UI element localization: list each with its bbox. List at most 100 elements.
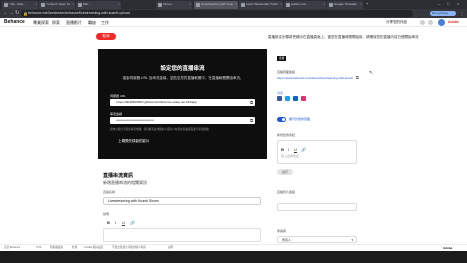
- favicon-icon: [4, 3, 8, 7]
- stream-setup-title: 設定您的直播串流: [160, 66, 205, 72]
- profile-button[interactable]: Not syncing: [430, 11, 456, 16]
- favicon-icon: [241, 3, 245, 7]
- video-link-input[interactable]: [277, 203, 357, 211]
- close-icon[interactable]: ×: [323, 2, 325, 6]
- browser-tab[interactable]: Adobe Live... ×: [284, 1, 326, 9]
- new-tab-icon[interactable]: +: [366, 0, 368, 7]
- behance-logo[interactable]: Behance: [4, 19, 25, 26]
- nav-item[interactable]: 工作: [101, 20, 109, 25]
- underline-button[interactable]: U: [294, 147, 297, 152]
- close-icon[interactable]: ×: [189, 2, 191, 6]
- favicon-icon: [286, 3, 290, 7]
- stream-setup-description: 複製伺服器 URL 及串流金鑰，並貼至您的直播軟體中，在直播軟體開始串流。: [122, 76, 244, 80]
- messages-icon[interactable]: [428, 20, 433, 25]
- notes-placeholder: 寫入您的筆記...: [281, 154, 302, 158]
- nav-item[interactable]: 探索: [52, 20, 60, 25]
- copy-icon[interactable]: ⧉: [356, 75, 359, 80]
- server-url-label: 伺服器 URL: [110, 94, 126, 98]
- tab-label: Livestreaming with Kuanti...: [201, 2, 233, 6]
- close-icon[interactable]: ×: [235, 2, 237, 6]
- show-on-page-toggle[interactable]: [277, 117, 286, 122]
- tab-label: Yu-Sen's Open Studio...: [46, 2, 70, 6]
- browser-tab[interactable]: Yuki - Raw... ×: [2, 1, 38, 9]
- close-window-icon[interactable]: ×: [457, 0, 459, 7]
- notes-editor[interactable]: [277, 140, 357, 164]
- server-url-value: rtmps://9b4b5f2b6f1f.global-contribute.l…: [116, 100, 197, 104]
- description-label: 說明: [103, 212, 110, 216]
- close-icon[interactable]: ×: [72, 2, 74, 6]
- notice-text: 直播設定步驟將會顯示在直播頁面上，當您在直播時間開始後，請確保您的直播內容已經開…: [268, 35, 419, 39]
- notifications-icon[interactable]: [420, 20, 425, 25]
- bold-button[interactable]: B: [281, 147, 284, 152]
- stream-key-field[interactable]: •••••••••••••••••••••••••••••••••••• ⧉: [110, 117, 255, 124]
- description-editor[interactable]: [103, 228, 261, 242]
- back-icon[interactable]: ←: [3, 10, 8, 17]
- participants-value: 所有人: [282, 238, 292, 242]
- adobe-logo[interactable]: Adobe: [448, 20, 459, 25]
- address-bar[interactable]: 🔒 behance.net/livestream/behance/livestr…: [21, 10, 413, 17]
- browser-tab[interactable]: Yu-Sen's Open Studio...×: [39, 1, 75, 9]
- stream-setup-card: 設定您的直播串流 複製伺服器 URL 及串流金鑰，並貼至您的直播軟體中，在直播軟…: [98, 49, 267, 159]
- link-icon[interactable]: 🔗: [130, 220, 135, 226]
- browser-toolbar: ← → ↻ 🔒 behance.net/livestream/behance/l…: [0, 9, 467, 18]
- browser-tab-active[interactable]: Livestreaming with Kuanti...×: [194, 1, 238, 9]
- facebook-icon[interactable]: [277, 96, 282, 101]
- share-label: 分享: [277, 91, 284, 95]
- favicon-icon: [41, 3, 45, 7]
- close-icon[interactable]: ×: [118, 2, 120, 6]
- live-badge: 直播: [277, 56, 286, 61]
- tab-label: Yuki - Raw...: [9, 2, 26, 6]
- tab-label: Mar...: [83, 2, 91, 6]
- avatar[interactable]: [438, 19, 445, 26]
- maximize-icon[interactable]: □: [447, 0, 449, 7]
- italic-button[interactable]: I: [288, 147, 289, 152]
- save-button[interactable]: 儲存: [277, 169, 293, 175]
- footer: 英文 Behance TOS 隱私權政策 社群 Cookie 偏好設定 不要出售…: [0, 244, 467, 250]
- close-icon[interactable]: ×: [360, 2, 362, 6]
- form-title: 直播串流資訊: [103, 173, 134, 179]
- nav-item[interactable]: 直播影片: [66, 20, 82, 25]
- notes-label: 新增您的筆記: [277, 133, 296, 137]
- browser-tab[interactable]: Mar... ×: [76, 1, 121, 9]
- stream-name-value: Livestreaming with Kuanti Shuen: [108, 199, 159, 203]
- browser-tab[interactable]: Vimeo... ×: [156, 1, 192, 9]
- server-url-field[interactable]: rtmps://9b4b5f2b6f1f.global-contribute.l…: [110, 99, 255, 106]
- reload-icon[interactable]: ↻: [15, 10, 19, 17]
- tab-label: Vimeo...: [163, 2, 174, 6]
- upload-video-link[interactable]: 上傳預先錄製的影片: [118, 139, 150, 144]
- url-text: behance.net/livestream/behance/livestrea…: [28, 11, 130, 15]
- participants-label: 參與者: [277, 229, 287, 233]
- favicon-icon: [78, 3, 82, 7]
- copy-icon[interactable]: ⧉: [250, 118, 253, 123]
- stream-name-input[interactable]: Livestreaming with Kuanti Shuen: [103, 197, 261, 205]
- linkedin-icon[interactable]: [293, 96, 298, 101]
- forward-icon[interactable]: →: [9, 10, 14, 17]
- nav-item[interactable]: 專業探索: [33, 20, 49, 25]
- pinterest-icon[interactable]: [301, 96, 306, 101]
- browser-tab[interactable]: Google Translate ×: [327, 1, 363, 9]
- copy-icon[interactable]: ⧉: [250, 100, 253, 105]
- os-taskbar: [0, 251, 467, 263]
- participants-select[interactable]: 所有人 ▾: [277, 236, 357, 243]
- page-link-url[interactable]: https://www.behance.net/videos/livestrea…: [277, 76, 359, 80]
- link-icon[interactable]: 🔗: [301, 147, 306, 152]
- screen: Yuki - Raw...× Yu-Sen's Open Studio...× …: [0, 0, 467, 263]
- share-work-link[interactable]: 分享您的作品: [386, 20, 407, 25]
- mouse-cursor-icon: ↖: [369, 70, 374, 76]
- underline-button[interactable]: U: [122, 220, 125, 226]
- toggle-knob: [282, 118, 285, 121]
- close-icon[interactable]: ×: [35, 2, 37, 6]
- browser-tab[interactable]: Learn Streamlabs Tutorial...×: [239, 1, 283, 9]
- bold-button[interactable]: B: [107, 220, 110, 226]
- nav-item[interactable]: 職缺: [88, 20, 96, 25]
- cancel-button[interactable]: 取消: [96, 33, 116, 40]
- favicon-icon: [158, 3, 162, 7]
- close-icon[interactable]: ×: [280, 2, 282, 6]
- profile-label: Not syncing: [432, 11, 448, 15]
- minimize-icon[interactable]: –: [438, 0, 440, 7]
- twitter-icon[interactable]: [285, 96, 290, 101]
- favicon-icon: [329, 3, 333, 7]
- stream-key-note: 請勿公開分享您的串流金鑰。任何擁有此金鑰的人都可以在您的直播頁面進行串流播放。: [110, 128, 212, 131]
- italic-button[interactable]: I: [115, 220, 116, 226]
- more-menu-icon[interactable]: ⋮: [460, 10, 464, 17]
